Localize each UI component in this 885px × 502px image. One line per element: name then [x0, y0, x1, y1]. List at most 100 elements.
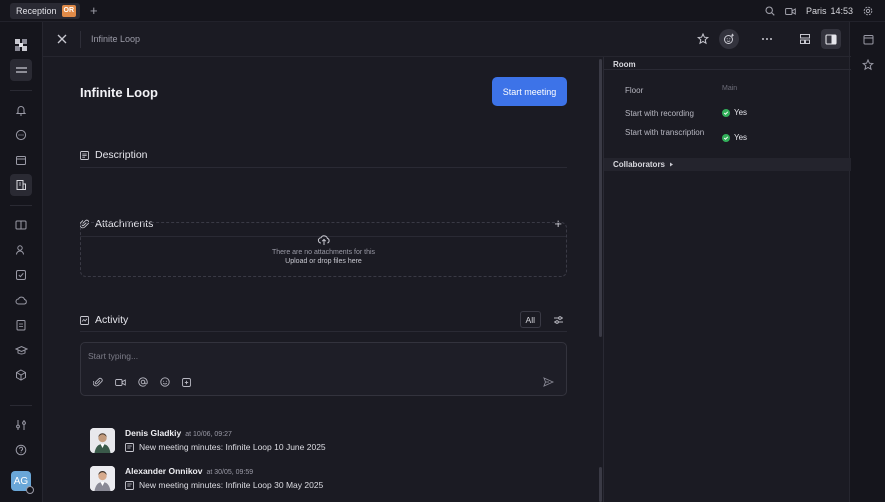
header-divider	[80, 31, 81, 48]
menu-icon[interactable]	[10, 59, 32, 81]
app-logo-icon[interactable]	[10, 34, 32, 56]
help-icon[interactable]	[10, 439, 32, 461]
calendar-icon[interactable]	[10, 149, 32, 171]
check-circle-icon	[722, 108, 730, 117]
more-options-icon[interactable]	[757, 29, 777, 49]
section-divider	[604, 69, 852, 70]
recording-value: Yes	[734, 108, 748, 117]
avatar: AG	[11, 471, 34, 494]
training-hat-icon[interactable]	[10, 339, 32, 361]
clipboard-icon[interactable]	[10, 314, 32, 336]
search-icon[interactable]	[765, 6, 775, 16]
details-section-title: Room	[613, 60, 636, 69]
add-action-icon[interactable]	[182, 377, 192, 387]
document-content: Infinite Loop Start meeting Description …	[80, 57, 567, 502]
top-bar: Reception OR + Paris 14:53	[0, 0, 885, 22]
activity-text[interactable]: New meeting minutes: Infinite Loop 30 Ma…	[139, 480, 323, 490]
description-section-header: Description	[80, 149, 148, 161]
send-icon[interactable]	[543, 377, 554, 387]
activity-text[interactable]: New meeting minutes: Infinite Loop 10 Ju…	[139, 442, 326, 452]
aside-panel-toggle-icon[interactable]	[821, 29, 841, 49]
tasks-icon[interactable]	[10, 264, 32, 286]
activity-date: at 10/06, 09:27	[185, 431, 232, 438]
contacts-icon[interactable]	[10, 239, 32, 261]
layout-toggle-icon[interactable]	[795, 29, 815, 49]
chat-icon[interactable]	[10, 124, 32, 146]
notifications-bell-icon[interactable]	[10, 99, 32, 121]
office-building-icon[interactable]	[10, 174, 32, 196]
status-dot	[26, 486, 34, 494]
main-panel: Infinite Loop Infinite Loop Start meetin…	[42, 22, 852, 502]
avatar[interactable]	[90, 428, 115, 453]
drive-cloud-icon[interactable]	[10, 289, 32, 311]
section-divider	[80, 167, 567, 168]
dropzone-upload-text[interactable]: Upload or drop files here	[285, 258, 362, 265]
products-box-icon[interactable]	[10, 364, 32, 386]
start-meeting-button[interactable]: Start meeting	[492, 77, 567, 106]
video-record-icon[interactable]	[115, 378, 126, 387]
dropzone-empty-text: There are no attachments for this	[271, 249, 376, 256]
sidebar-divider	[10, 90, 32, 91]
user-account[interactable]: AG	[10, 470, 34, 494]
add-tab-icon[interactable]: +	[90, 4, 98, 17]
preferences-sliders-icon[interactable]	[10, 414, 32, 436]
video-call-icon[interactable]	[785, 7, 796, 16]
activity-filter-all-button[interactable]: All	[519, 311, 541, 328]
close-icon[interactable]	[55, 32, 69, 46]
activity-author: Alexander Onnikov at 30/05, 09:59	[125, 466, 253, 476]
author-name[interactable]: Denis Gladkiy	[125, 428, 181, 438]
scrollbar-thumb[interactable]	[599, 467, 602, 502]
documents-icon[interactable]	[10, 214, 32, 236]
add-reaction-icon[interactable]	[719, 29, 739, 49]
caret-right-icon	[669, 162, 674, 167]
author-name[interactable]: Alexander Onnikov	[125, 466, 202, 476]
star-icon[interactable]	[693, 29, 713, 49]
activity-label: Activity	[95, 314, 129, 326]
activity-date: at 30/05, 09:59	[206, 469, 254, 476]
check-circle-icon	[722, 133, 730, 142]
content-scrollbar[interactable]	[599, 57, 602, 502]
star-icon[interactable]	[862, 59, 874, 71]
collaborators-label: Collaborators	[613, 160, 666, 169]
calendar-icon[interactable]	[863, 34, 874, 45]
description-editor[interactable]	[80, 171, 567, 211]
breadcrumb-title: Infinite Loop	[91, 34, 141, 44]
sidebar-divider	[10, 405, 32, 406]
right-rail	[851, 22, 885, 502]
filter-options-icon[interactable]	[549, 311, 567, 328]
panel-header: Infinite Loop	[43, 22, 851, 57]
floor-label: Floor	[625, 86, 644, 95]
activity-item: Alexander Onnikov at 30/05, 09:59 New mee…	[90, 466, 560, 494]
activity-section-header: Activity	[80, 314, 128, 326]
description-icon	[80, 150, 89, 160]
avatar-initials: AG	[13, 475, 29, 487]
activity-message: New meeting minutes: Infinite Loop 10 Ju…	[125, 442, 326, 452]
workspace-badge: OR	[61, 4, 77, 17]
mention-icon[interactable]	[138, 377, 148, 387]
cloud-upload-icon	[317, 234, 331, 246]
page-title[interactable]: Infinite Loop	[80, 85, 158, 100]
activity-author: Denis Gladkiy at 10/06, 09:27	[125, 428, 232, 438]
transcription-label: Start with transcription	[625, 128, 705, 137]
sidebar-divider	[10, 205, 32, 206]
attach-file-icon[interactable]	[93, 377, 103, 387]
collaborators-section-toggle[interactable]: Collaborators	[604, 158, 852, 171]
avatar[interactable]	[90, 466, 115, 491]
attachments-dropzone[interactable]: There are no attachments for this Upload…	[80, 222, 567, 277]
settings-icon[interactable]	[863, 6, 873, 16]
clock-city: Paris	[805, 6, 827, 16]
workspace-tab-label: Reception	[16, 5, 57, 16]
transcription-value: Yes	[734, 133, 748, 142]
workspace-tab[interactable]: Reception OR	[10, 2, 81, 19]
comment-input[interactable]	[88, 349, 388, 363]
recording-toggle[interactable]: Yes	[722, 108, 747, 117]
transcription-toggle[interactable]: Yes	[722, 133, 747, 142]
scrollbar-thumb[interactable]	[599, 59, 602, 337]
emoji-icon[interactable]	[160, 377, 170, 387]
activity-icon	[80, 315, 89, 325]
clock: Paris 14:53	[806, 6, 853, 16]
clock-time: 14:53	[830, 6, 853, 16]
meeting-minutes-icon	[125, 442, 134, 452]
floor-value[interactable]: Main	[722, 85, 737, 92]
details-panel: Room Floor Main Start with recording Yes…	[603, 57, 852, 502]
